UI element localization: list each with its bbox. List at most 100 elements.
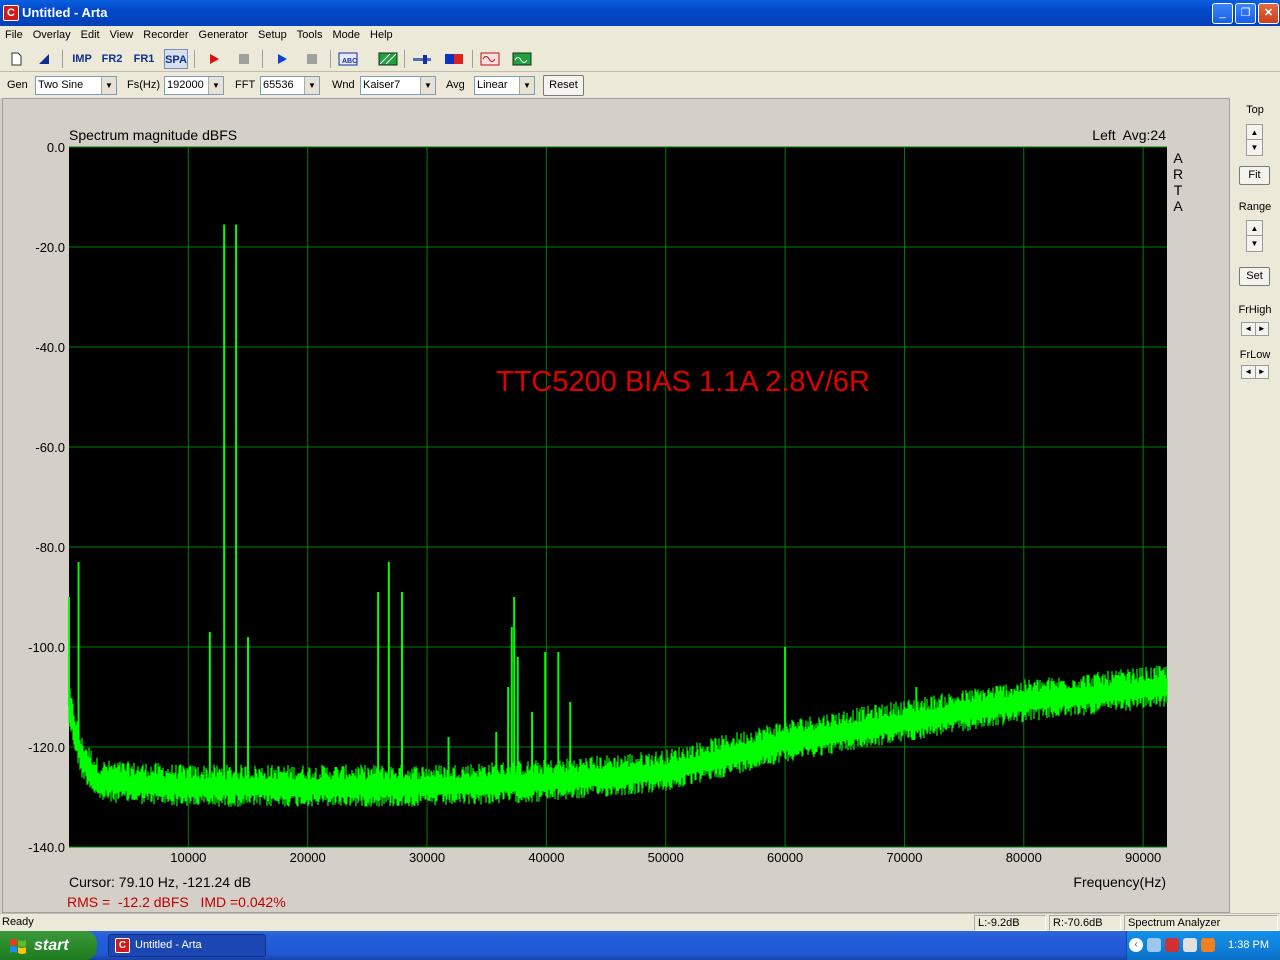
start-label: start [34,937,69,954]
app-icon[interactable]: C [3,5,19,21]
range-spinner[interactable]: ▲ ▼ [1246,220,1263,252]
menu-mode[interactable]: Mode [327,26,365,44]
brand-letter: T [1174,182,1183,198]
right-arrow-icon[interactable]: ► [1256,323,1269,335]
slider-icon[interactable] [410,49,434,69]
fr2-mode-button[interactable]: FR2 [100,49,124,69]
close-button[interactable]: ✕ [1258,3,1279,24]
generator-select[interactable]: Two Sine ▼ [35,76,117,95]
x-tick-label: 20000 [290,850,326,865]
menu-edit[interactable]: Edit [76,26,105,44]
expand-tray-icon[interactable]: ‹ [1129,938,1143,952]
rms-imd-readout: RMS = -12.2 dBFS IMD =0.042% [67,894,286,910]
averaging-select[interactable]: Linear ▼ [474,76,535,95]
svg-text:ABC: ABC [342,58,357,65]
reset-button[interactable]: Reset [543,75,584,96]
fft-label: FFT [235,79,256,91]
spectrum-mode-button[interactable]: SPA [164,49,188,69]
volume-icon[interactable] [1183,938,1197,952]
spectrum-chart[interactable]: 0.0 -20.0 -40.0 -60.0 -80.0 -100.0 -120.0 -140.… [3,99,1229,912]
frlow-label: FrLow [1239,349,1271,361]
fr1-mode-button[interactable]: FR1 [132,49,156,69]
abc-icon[interactable]: ABC [336,49,360,69]
x-tick-label: 60000 [767,850,803,865]
range-label: Range [1238,201,1272,213]
right-level-readout: R:-70.6dB [1049,915,1121,931]
brand-letter: A [1173,198,1183,214]
security-icon[interactable] [1165,938,1179,952]
start-button[interactable]: start [0,931,97,960]
x-tick-label: 80000 [1006,850,1042,865]
toolbar: IMP FR2 FR1 SPA ABC [0,46,1280,72]
x-tick-label: 30000 [409,850,445,865]
menu-tools[interactable]: Tools [292,26,328,44]
chevron-down-icon: ▼ [304,77,319,94]
frlow-spinner[interactable]: ◄ ► [1241,365,1269,379]
record-icon[interactable] [202,49,226,69]
scope-icon[interactable] [510,49,534,69]
impulse-mode-button[interactable]: IMP [70,49,94,69]
arta-brand: ARTA [1173,150,1183,214]
system-tray: ‹ 1:38 PM [1126,931,1280,960]
top-spinner[interactable]: ▲ ▼ [1246,124,1263,156]
menu-generator[interactable]: Generator [194,26,254,44]
play-icon[interactable] [270,49,294,69]
left-arrow-icon[interactable]: ◄ [1242,366,1256,378]
clock: 1:38 PM [1228,939,1269,951]
taskbar-item-arta[interactable]: C Untitled - Arta [108,934,266,957]
antivirus-icon[interactable] [1201,938,1215,952]
minimize-button[interactable]: _ [1212,3,1233,24]
down-arrow-icon[interactable]: ▼ [1247,236,1262,251]
chevron-down-icon: ▼ [101,77,116,94]
level-meter-icon[interactable] [442,49,466,69]
fit-button[interactable]: Fit [1239,166,1270,185]
chevron-down-icon: ▼ [420,77,435,94]
plot-area[interactable] [69,147,1167,847]
menu-file[interactable]: File [0,26,28,44]
brand-letter: R [1173,166,1183,182]
x-axis-label: Frequency(Hz) [1073,874,1166,890]
status-bar: Ready L:-9.2dB R:-70.6dB Spectrum Analyz… [0,913,1280,931]
set-button[interactable]: Set [1239,267,1270,286]
menu-recorder[interactable]: Recorder [138,26,193,44]
stop-icon[interactable] [300,49,324,69]
menu-bar: File Overlay Edit View Recorder Generator Setu… [0,26,1280,46]
window-select[interactable]: Kaiser7 ▼ [360,76,436,95]
right-arrow-icon[interactable]: ► [1256,366,1269,378]
fs-label: Fs(Hz) [127,79,160,91]
open-file-icon[interactable] [32,49,56,69]
chevron-down-icon: ▼ [208,77,223,94]
generator-icon[interactable] [478,49,502,69]
menu-overlay[interactable]: Overlay [28,26,76,44]
y-tick-label: 0.0 [47,140,65,155]
y-tick-label: -80.0 [35,540,65,555]
pattern-icon[interactable] [376,49,400,69]
stop-record-icon[interactable] [232,49,256,69]
brand-letter: A [1173,150,1183,166]
window-title: Untitled - Arta [22,5,108,20]
frhigh-spinner[interactable]: ◄ ► [1241,322,1269,336]
up-arrow-icon[interactable]: ▲ [1247,125,1262,140]
y-tick-label: -140.0 [28,840,65,855]
down-arrow-icon[interactable]: ▼ [1247,140,1262,155]
title-bar: C Untitled - Arta _ ❐ ✕ [0,0,1280,26]
sample-rate-select[interactable]: 192000 ▼ [164,76,224,95]
y-tick-label: -120.0 [28,740,65,755]
chart-annotation: TTC5200 BIAS 1.1A 2.8V/6R [496,366,870,398]
up-arrow-icon[interactable]: ▲ [1247,221,1262,236]
chevron-down-icon: ▼ [519,77,534,94]
menu-view[interactable]: View [105,26,139,44]
settings-bar: Gen Two Sine ▼ Fs(Hz) 192000 ▼ FFT 65536 ▼ … [0,72,1280,98]
sample-rate-value: 192000 [167,79,204,91]
arta-app-icon: C [115,938,130,953]
menu-help[interactable]: Help [365,26,398,44]
network-icon[interactable] [1147,938,1161,952]
menu-setup[interactable]: Setup [253,26,292,44]
y-tick-label: -60.0 [35,440,65,455]
new-file-icon[interactable] [4,49,28,69]
fft-size-select[interactable]: 65536 ▼ [260,76,320,95]
x-tick-label: 70000 [886,850,922,865]
restore-button[interactable]: ❐ [1235,3,1256,24]
left-arrow-icon[interactable]: ◄ [1242,323,1256,335]
window-value: Kaiser7 [363,79,401,91]
